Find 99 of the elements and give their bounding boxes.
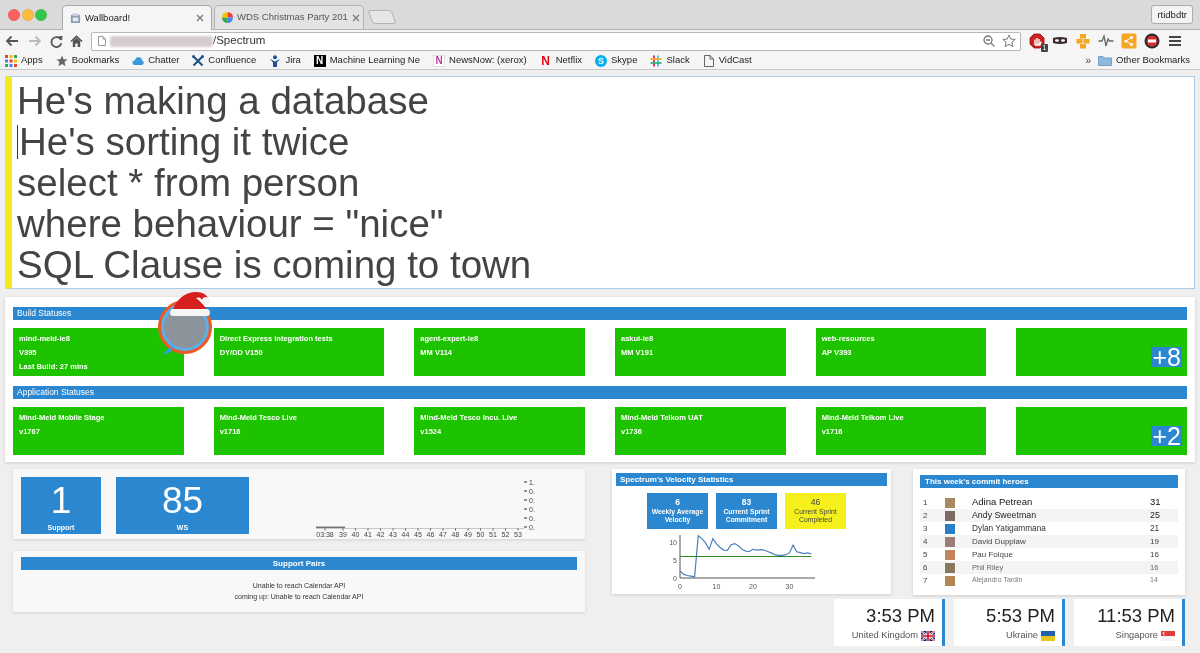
panel-header: This week's commit heroes: [920, 475, 1178, 488]
letter-icon: N: [313, 54, 326, 67]
emblem-icon[interactable]: [1144, 33, 1160, 49]
bookmark-link[interactable]: Chatter: [132, 53, 180, 68]
commit-count: 31: [1150, 495, 1162, 510]
clock-location: Ukraine: [1005, 630, 1038, 641]
commit-count: 16: [1150, 548, 1160, 561]
bookmark-link[interactable]: Confluence: [192, 53, 257, 68]
address-bar[interactable]: /Spectrum: [91, 31, 1021, 51]
menu-icon[interactable]: [1167, 33, 1183, 49]
clock-location: United Kingdom: [851, 630, 918, 641]
bookmark-star-icon[interactable]: [1002, 34, 1016, 48]
zoom-out-icon[interactable]: [983, 35, 995, 47]
contributor-name: Dylan Yatigammana: [972, 522, 1046, 535]
avatar-photo: [945, 523, 955, 534]
avatar-photo: [945, 562, 955, 573]
apps-grid-icon: [5, 54, 17, 67]
star-icon: [55, 54, 68, 67]
y-axis: [523, 481, 528, 528]
profile-button[interactable]: rtidbdtr: [1151, 5, 1193, 24]
rank-number: 4: [923, 535, 929, 548]
y-axis: [679, 534, 681, 579]
stat-value: 46: [810, 496, 821, 508]
counter-value: 1: [50, 480, 72, 522]
poem-line: SQL Clause is coming to town: [17, 244, 532, 285]
bookmark-link[interactable]: Jira: [269, 53, 301, 68]
pinwheel-icon: [222, 12, 233, 23]
stat-value: 83: [741, 496, 752, 508]
text-editor[interactable]: He's making a database He's sorting it twice select * from person where behaviour = "nice" SQL Clause is coming to town: [5, 76, 1195, 289]
bookmark-link[interactable]: Slack: [650, 53, 690, 68]
crossed-tools-icon: [192, 54, 205, 67]
poem-line: He's sorting it twice: [19, 121, 350, 162]
bookmark-link[interactable]: Apps: [5, 53, 43, 68]
poem-line: where behaviour = "nice": [17, 203, 444, 244]
avatar-photo: [945, 549, 955, 560]
commit-count: 21: [1150, 522, 1161, 535]
poem-line: select * from person: [17, 162, 360, 203]
close-icon[interactable]: [351, 13, 360, 22]
section-header: Build Statuses: [13, 307, 1187, 320]
person-icon: [269, 54, 282, 67]
rank-number: 3: [923, 522, 929, 535]
stat-value: 6: [675, 496, 680, 508]
cloud-icon: [132, 54, 145, 67]
back-arrow-icon[interactable]: [5, 35, 19, 47]
clock-location: Singapore: [1115, 630, 1158, 641]
pulse-icon[interactable]: [1098, 33, 1114, 49]
rank-number: 1: [923, 496, 929, 509]
bookmarks-overflow-button[interactable]: »: [1085, 53, 1092, 68]
commit-count: 19: [1150, 535, 1160, 548]
contributor-name: Adina Petrean: [972, 495, 1033, 510]
bookmark-link[interactable]: VidCast: [702, 53, 752, 68]
home-icon[interactable]: [70, 35, 83, 47]
section-header: Application Statuses: [13, 386, 1187, 399]
uk-flag-icon: [921, 630, 935, 641]
contributor-name: David Dupplaw: [972, 535, 1026, 548]
letter-icon: N: [539, 54, 552, 67]
rank-number: 7: [923, 574, 929, 587]
stop-hand-icon[interactable]: [1029, 33, 1045, 49]
reload-icon[interactable]: [50, 34, 63, 48]
contributor-name: Andy Sweetman: [972, 508, 1037, 522]
more-count-badge: +2: [1151, 426, 1182, 446]
more-count-badge: +8: [1151, 347, 1182, 367]
bookmark-link[interactable]: Bookmarks: [55, 53, 120, 68]
ukraine-flag-icon: [1041, 630, 1055, 641]
bookmark-link[interactable]: N Netflix: [539, 53, 583, 68]
avatar-photo: [945, 536, 955, 547]
poem-line: He's making a database: [17, 80, 429, 121]
data-line: [315, 526, 346, 528]
close-icon[interactable]: [196, 14, 204, 22]
avatar-photo: [945, 497, 955, 508]
letter-icon: S: [595, 54, 608, 67]
clock-time: 11:53 PM: [1097, 605, 1175, 627]
avatar-photo: [945, 575, 955, 586]
browser-tab[interactable]: WDS Christmas Party 201: [214, 5, 364, 29]
page-icon: [98, 36, 106, 46]
rank-number: 6: [923, 561, 929, 574]
singapore-flag-icon: [1161, 630, 1175, 641]
commit-count: 25: [1150, 508, 1161, 522]
bookmark-link[interactable]: N NewsNow: (xerox): [433, 53, 527, 68]
rank-number: 5: [923, 548, 929, 561]
bookmark-folder[interactable]: Other Bookmarks: [1098, 53, 1190, 68]
clock-time: 3:53 PM: [866, 605, 935, 627]
hash-icon: [650, 54, 663, 67]
clock-time: 5:53 PM: [986, 605, 1055, 627]
avatar-photo: [945, 510, 955, 521]
page-icon: [702, 54, 715, 67]
rank-number: 2: [923, 509, 929, 522]
panel-header: Support Pairs: [21, 557, 577, 570]
panel-header: Spectrum's Velocity Statistics: [616, 473, 887, 486]
bookmark-link[interactable]: N Machine Learning Ne: [313, 53, 420, 68]
contributor-name: Pau Folque: [972, 548, 1013, 561]
speech-tail-icon: [162, 344, 174, 355]
window-icon: [70, 12, 81, 24]
counter-value: 85: [161, 480, 204, 522]
bookmark-link[interactable]: S Skype: [595, 53, 638, 68]
browser-tab[interactable]: Wallboard!: [62, 5, 212, 30]
letter-icon: N: [433, 54, 445, 67]
folder-icon: [1098, 55, 1113, 66]
window-close-icon[interactable]: [8, 9, 20, 21]
